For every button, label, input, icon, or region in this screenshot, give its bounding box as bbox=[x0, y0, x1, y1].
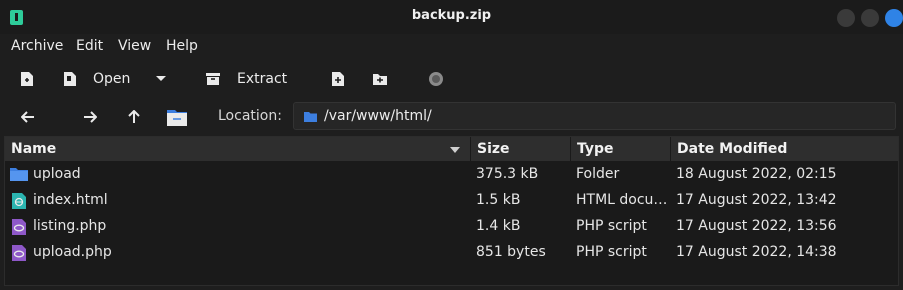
minimize-button[interactable] bbox=[837, 9, 855, 27]
table-row[interactable]: index.html 1.5 kB HTML docu… 17 August 2… bbox=[5, 188, 898, 214]
file-date-modified: 17 August 2022, 14:38 bbox=[676, 244, 837, 260]
navigation-bar: Location: /var/www/html/ bbox=[0, 98, 903, 136]
folder-icon bbox=[304, 112, 317, 122]
home-folder-button[interactable] bbox=[165, 106, 189, 128]
arrow-right-icon bbox=[84, 111, 97, 123]
file-type: PHP script bbox=[576, 244, 647, 260]
home-folder-icon bbox=[167, 110, 187, 126]
new-document-icon bbox=[21, 72, 33, 86]
arrow-left-icon bbox=[21, 111, 34, 123]
open-dropdown-button[interactable] bbox=[155, 66, 167, 92]
html-file-icon bbox=[12, 193, 26, 209]
menu-help[interactable]: Help bbox=[166, 38, 198, 54]
add-folder-icon bbox=[373, 74, 387, 85]
toolbar: Open Extract bbox=[0, 60, 903, 98]
add-file-icon bbox=[332, 72, 344, 86]
column-header-name[interactable]: Name bbox=[5, 137, 471, 161]
window-title: backup.zip bbox=[411, 8, 492, 23]
arrow-up-icon bbox=[128, 110, 140, 123]
chevron-down-icon bbox=[156, 76, 166, 81]
php-file-icon bbox=[12, 245, 26, 261]
file-type: HTML docu… bbox=[576, 192, 666, 208]
back-button[interactable] bbox=[16, 106, 40, 128]
table-row[interactable]: upload.php 851 bytes PHP script 17 Augus… bbox=[5, 240, 898, 266]
open-document-icon bbox=[64, 72, 76, 86]
file-name: upload bbox=[33, 166, 81, 182]
file-list: Name Size Type Date Modified upload 375.… bbox=[4, 136, 899, 286]
folder-icon bbox=[10, 168, 28, 181]
menu-bar: Archive Edit View Help bbox=[0, 34, 903, 60]
extract-label: Extract bbox=[237, 71, 288, 87]
extract-icon bbox=[206, 73, 220, 85]
file-type: Folder bbox=[576, 166, 620, 182]
column-header-size[interactable]: Size bbox=[471, 137, 571, 161]
open-button[interactable]: Open bbox=[63, 66, 130, 92]
file-date-modified: 17 August 2022, 13:56 bbox=[676, 218, 837, 234]
php-file-icon bbox=[12, 219, 26, 235]
menu-archive[interactable]: Archive bbox=[11, 38, 63, 54]
location-label: Location: bbox=[218, 108, 282, 124]
stop-icon bbox=[429, 72, 443, 86]
file-name: index.html bbox=[33, 192, 108, 208]
add-files-button[interactable] bbox=[331, 66, 345, 92]
file-size: 1.4 kB bbox=[476, 218, 521, 234]
file-name: upload.php bbox=[33, 244, 112, 260]
stop-button[interactable] bbox=[428, 66, 444, 92]
up-button[interactable] bbox=[122, 106, 146, 128]
extract-button[interactable]: Extract bbox=[205, 66, 287, 92]
table-header: Name Size Type Date Modified bbox=[5, 137, 898, 161]
file-size: 1.5 kB bbox=[476, 192, 521, 208]
location-path: /var/www/html/ bbox=[324, 108, 432, 124]
add-folder-button[interactable] bbox=[372, 66, 388, 92]
menu-view[interactable]: View bbox=[118, 38, 151, 54]
file-size: 851 bytes bbox=[476, 244, 546, 260]
open-label: Open bbox=[93, 71, 131, 87]
location-field[interactable]: /var/www/html/ bbox=[293, 102, 896, 130]
file-size: 375.3 kB bbox=[476, 166, 539, 182]
table-row[interactable]: listing.php 1.4 kB PHP script 17 August … bbox=[5, 214, 898, 240]
column-header-type[interactable]: Type bbox=[571, 137, 671, 161]
table-row[interactable]: upload 375.3 kB Folder 18 August 2022, 0… bbox=[5, 162, 898, 188]
close-window-button[interactable] bbox=[885, 9, 903, 27]
maximize-button[interactable] bbox=[861, 9, 879, 27]
new-archive-button[interactable] bbox=[20, 66, 34, 92]
sort-descending-icon bbox=[450, 147, 460, 153]
column-name-label: Name bbox=[11, 141, 57, 157]
column-header-date-modified[interactable]: Date Modified bbox=[671, 137, 898, 161]
file-date-modified: 17 August 2022, 13:42 bbox=[676, 192, 837, 208]
forward-button[interactable] bbox=[78, 106, 102, 128]
file-type: PHP script bbox=[576, 218, 647, 234]
title-bar: backup.zip bbox=[0, 0, 903, 34]
menu-edit[interactable]: Edit bbox=[76, 38, 103, 54]
file-date-modified: 18 August 2022, 02:15 bbox=[676, 166, 837, 182]
file-name: listing.php bbox=[33, 218, 107, 234]
